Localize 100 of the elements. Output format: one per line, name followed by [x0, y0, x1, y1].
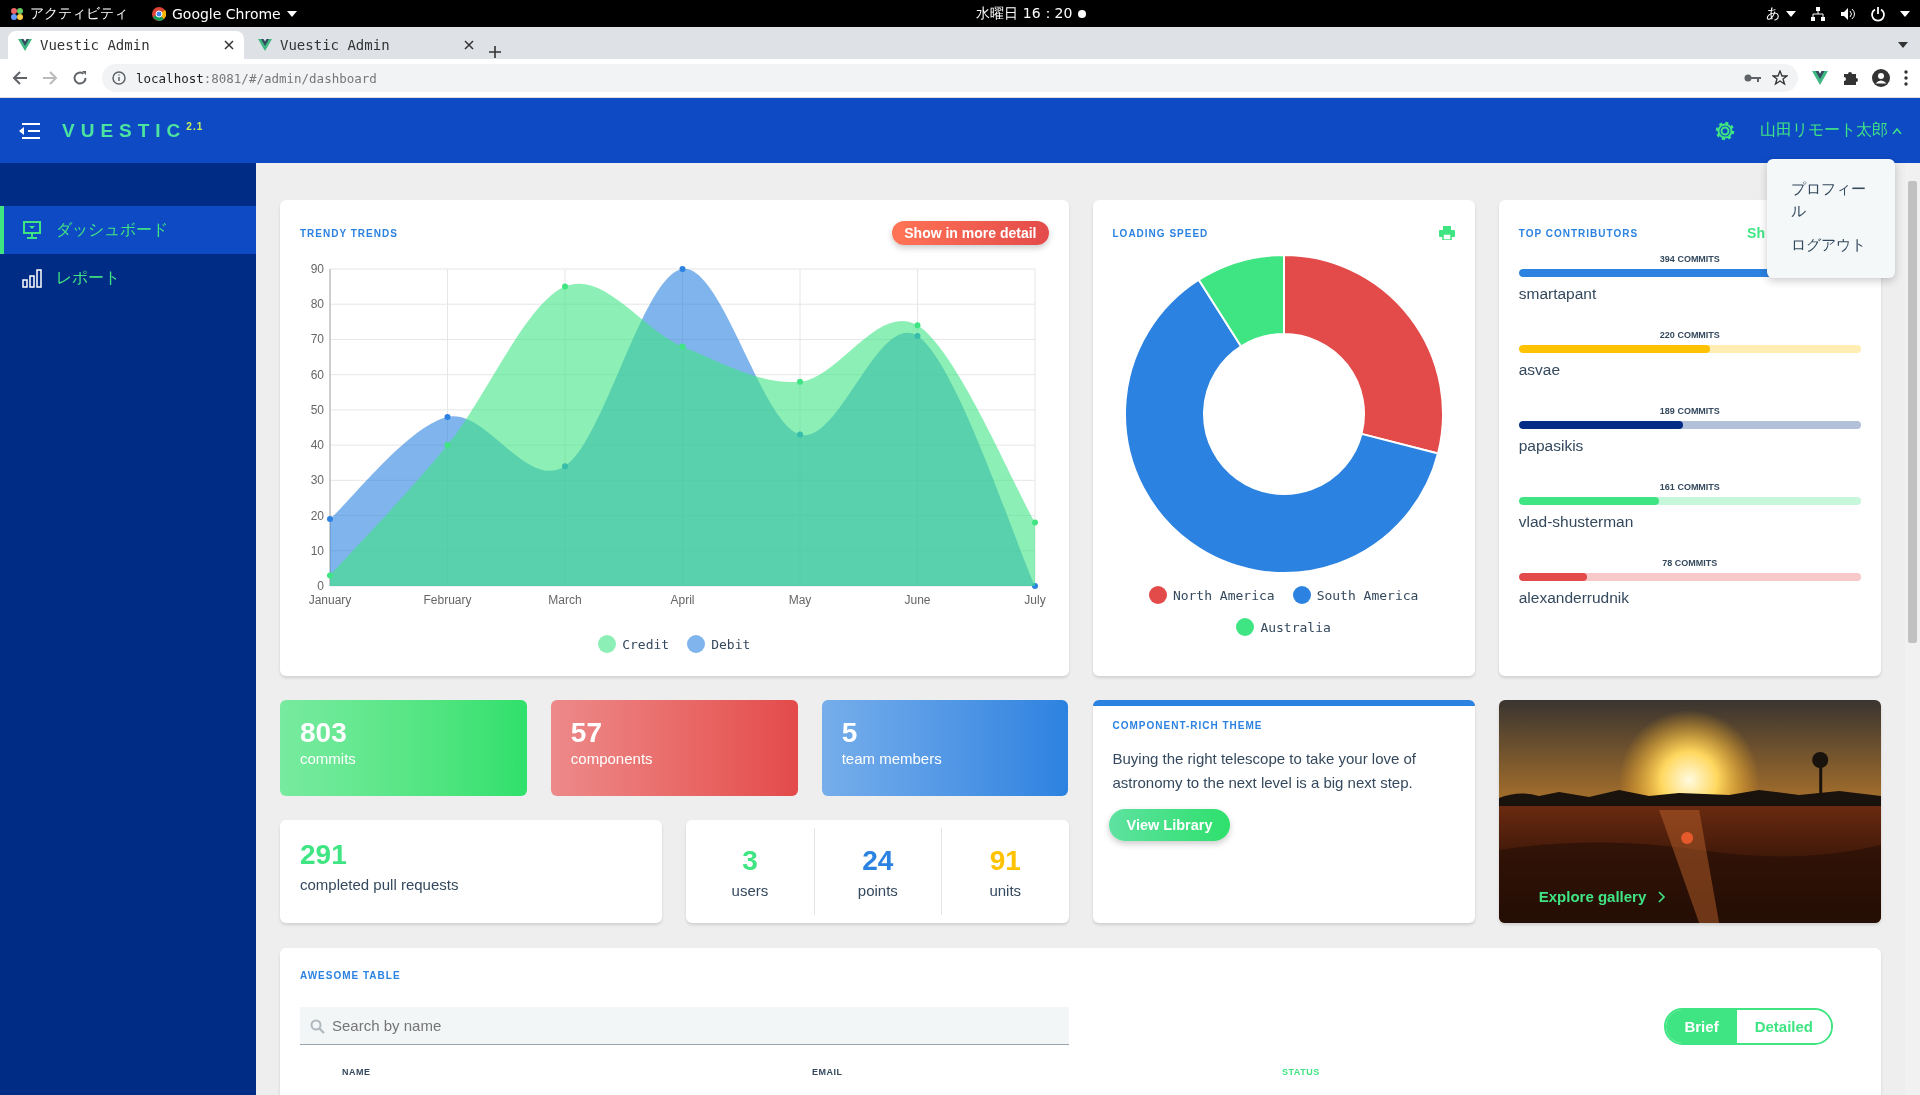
axis-label: January: [308, 593, 352, 607]
contributor-name: alexanderrudnik: [1518, 589, 1631, 607]
point: [679, 343, 686, 350]
logo[interactable]: VUESTIC$^{2.1}$: [62, 119, 204, 142]
close-icon[interactable]: [224, 40, 234, 50]
address-bar[interactable]: localhost:8081/#/admin/dashboard: [102, 64, 1798, 92]
point: [1032, 583, 1038, 589]
menu-item[interactable]: プロフィール: [1791, 179, 1879, 223]
scrollbar-thumb[interactable]: [1908, 181, 1917, 643]
network-icon[interactable]: [1810, 5, 1826, 22]
new-tab-icon[interactable]: [488, 45, 502, 59]
search-icon: [310, 1019, 325, 1034]
stat-label: users: [731, 881, 769, 899]
column-header[interactable]: EMAIL: [812, 1067, 1282, 1077]
v-logo-icon[interactable]: [1812, 71, 1828, 85]
caret-down-icon[interactable]: [286, 10, 297, 17]
chevron-right-icon: [1658, 890, 1667, 903]
stat-value: 3: [742, 844, 758, 878]
legend-label[interactable]: Credit: [622, 636, 670, 652]
point: [797, 378, 803, 385]
axis-label: 10: [310, 543, 324, 558]
star-icon[interactable]: [1772, 70, 1788, 86]
back-icon[interactable]: [12, 70, 28, 86]
caret-down-icon[interactable]: [1786, 10, 1796, 17]
menu-icon[interactable]: [18, 121, 40, 140]
point: [797, 431, 803, 438]
key-icon[interactable]: [1744, 73, 1762, 83]
url-text: localhost:8081/#/admin/dashboard: [136, 70, 378, 86]
axis-label: 40: [310, 438, 324, 453]
axis-label: 60: [310, 367, 324, 382]
axis-label: 70: [310, 332, 324, 347]
menu-item[interactable]: ログアウト: [1791, 234, 1879, 257]
card-title: LOADING SPEED: [1112, 227, 1209, 239]
point: [914, 332, 921, 339]
activities-label[interactable]: アクティビティ: [30, 4, 128, 23]
more-icon[interactable]: [1904, 70, 1908, 86]
point: [327, 572, 333, 579]
forward-icon: [42, 70, 58, 86]
browser-tab[interactable]: Vuestic Admin: [248, 31, 484, 59]
point: [1032, 519, 1038, 526]
account-icon[interactable]: [1872, 69, 1890, 87]
bar-chart-icon: [22, 268, 42, 288]
stat-label: points: [857, 881, 898, 899]
axis-label: 30: [310, 473, 324, 488]
axis-label: March: [548, 593, 582, 607]
contributor-name: asvae: [1518, 361, 1562, 379]
axis-label: June: [904, 593, 931, 607]
stat-value: 803: [300, 716, 348, 750]
sidebar-item[interactable]: レポート: [0, 254, 256, 302]
chrome-icon: [152, 6, 166, 21]
sidebar-item[interactable]: ダッシュボード: [0, 206, 256, 254]
info-icon[interactable]: [112, 71, 126, 85]
legend-label[interactable]: Debit: [711, 636, 751, 652]
stat-label: team members: [841, 749, 943, 767]
stat-label: commits: [300, 749, 357, 767]
caret-down-icon[interactable]: [1898, 42, 1908, 48]
card-title: TOP CONTRIBUTORS: [1518, 227, 1639, 239]
axis-label: 0: [317, 579, 324, 593]
contributor-name: papasikis: [1518, 437, 1585, 455]
stat-value: 24: [862, 844, 894, 878]
commit-count: 189 COMMITS: [1658, 406, 1721, 416]
legend-label[interactable]: South America: [1316, 587, 1419, 603]
point: [444, 442, 451, 449]
point: [679, 266, 686, 272]
stat-value: 291: [300, 838, 348, 872]
power-icon[interactable]: [1870, 5, 1886, 22]
card-text: Buying the right telescope to take your love of astronomy to the next level is a big next step.: [1112, 749, 1417, 793]
user-menu[interactable]: 山田リモート太郎: [1760, 120, 1902, 141]
commit-count: 220 COMMITS: [1658, 330, 1721, 340]
browser-tab[interactable]: Vuestic Admin: [8, 31, 244, 59]
axis-label: April: [670, 593, 695, 607]
point: [327, 516, 333, 523]
legend-label[interactable]: North America: [1172, 587, 1275, 603]
v-logo-icon: [258, 39, 272, 51]
legend-label[interactable]: Australia: [1260, 619, 1331, 635]
reload-icon[interactable]: [72, 70, 88, 86]
commit-count: 161 COMMITS: [1658, 482, 1721, 492]
point: [914, 322, 921, 329]
card-title: COMPONENT-RICH THEME: [1112, 720, 1264, 731]
input-method-label[interactable]: あ: [1766, 4, 1780, 23]
axis-label: February: [423, 593, 472, 607]
stat-label: components: [570, 749, 654, 767]
monitor-icon: [22, 220, 42, 240]
clock[interactable]: 水曜日 16：20: [976, 4, 1073, 23]
legend-dot: [687, 635, 706, 653]
close-icon[interactable]: [464, 40, 474, 50]
commit-count: 78 COMMITS: [1661, 558, 1719, 568]
app-menu-label[interactable]: Google Chrome: [172, 5, 281, 22]
search-field[interactable]: Search by name: [300, 1007, 1069, 1045]
axis-label: 20: [310, 508, 324, 523]
point: [562, 283, 568, 290]
stat-value: 57: [570, 716, 603, 750]
puzzle-icon[interactable]: [1842, 70, 1858, 86]
column-header[interactable]: NAME: [342, 1067, 812, 1077]
app-grid-icon[interactable]: [10, 6, 24, 21]
gallery-link[interactable]: Explore gallery: [1538, 888, 1667, 905]
settings-icon[interactable]: [1714, 119, 1736, 142]
caret-down-icon[interactable]: [1900, 10, 1910, 17]
axis-label: 50: [310, 402, 324, 417]
stat-label: units: [989, 881, 1022, 899]
